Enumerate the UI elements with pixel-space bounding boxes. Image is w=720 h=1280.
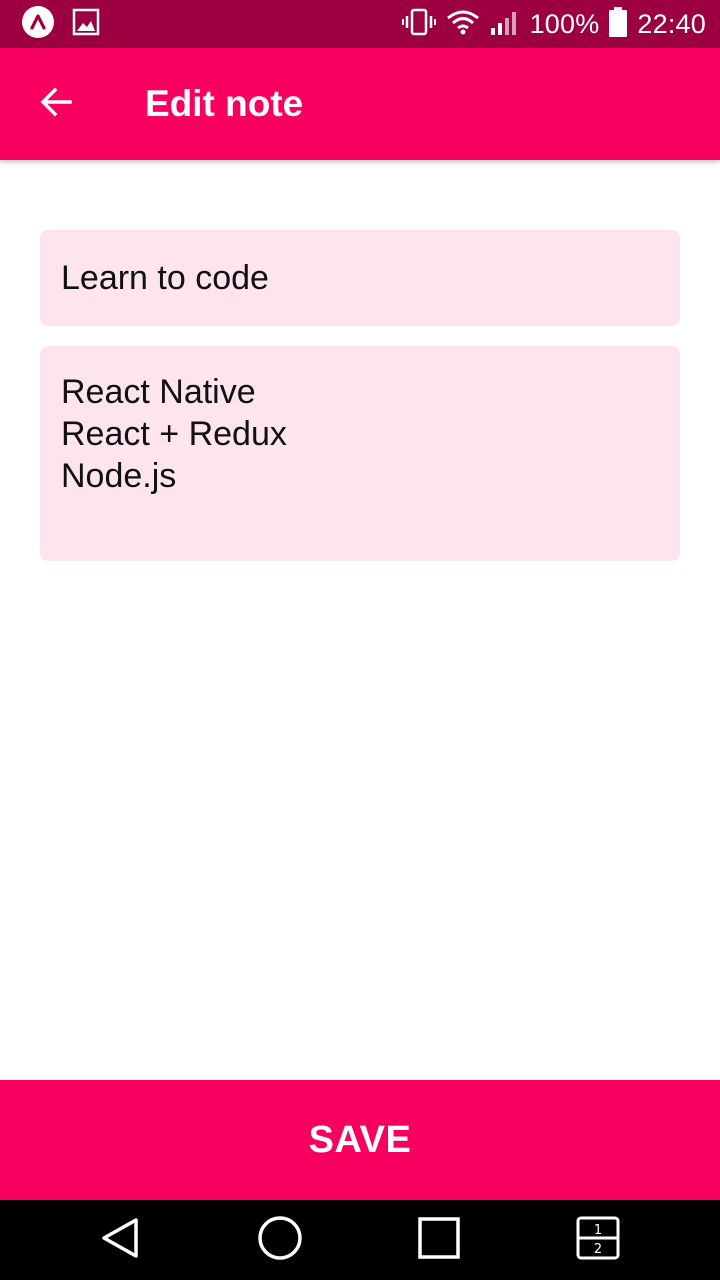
split-screen-icon: 1 2 — [575, 1215, 621, 1266]
status-bar: 100% 22:40 — [0, 0, 720, 48]
arrow-left-icon — [38, 84, 74, 125]
note-title-text: Learn to code — [61, 259, 269, 297]
battery-percent: 100% — [529, 8, 600, 39]
signal-icon — [490, 8, 520, 41]
recents-square-icon — [417, 1216, 461, 1265]
app-bar: Edit note — [0, 48, 720, 160]
note-body-text: React Native React + Redux Node.js — [61, 371, 287, 497]
wifi-icon — [446, 8, 480, 41]
nav-split-screen-button[interactable]: 1 2 — [570, 1212, 626, 1268]
page-title: Edit note — [145, 83, 304, 124]
nav-back-button[interactable] — [92, 1212, 148, 1268]
expo-app-icon — [22, 5, 54, 43]
note-body-line: React + Redux — [61, 415, 287, 453]
note-body-line: Node.js — [61, 457, 177, 495]
save-button[interactable]: SAVE — [0, 1080, 720, 1200]
back-button[interactable] — [24, 72, 88, 136]
gallery-notification-icon — [72, 8, 100, 41]
save-button-label: SAVE — [308, 1118, 412, 1161]
nav-home-button[interactable] — [252, 1212, 308, 1268]
note-title-input[interactable]: Learn to code — [40, 230, 680, 326]
nav-recents-button[interactable] — [411, 1212, 467, 1268]
vibrate-icon — [401, 8, 436, 41]
svg-text:2: 2 — [594, 1242, 602, 1257]
note-body-line: React Native — [61, 373, 256, 411]
navigation-bar: 1 2 — [0, 1200, 720, 1280]
svg-text:1: 1 — [594, 1223, 602, 1238]
battery-icon — [609, 6, 628, 42]
note-body-input[interactable]: React Native React + Redux Node.js — [40, 346, 680, 561]
back-triangle-icon — [98, 1216, 142, 1265]
home-circle-icon — [257, 1215, 303, 1266]
clock: 22:40 — [637, 8, 706, 39]
